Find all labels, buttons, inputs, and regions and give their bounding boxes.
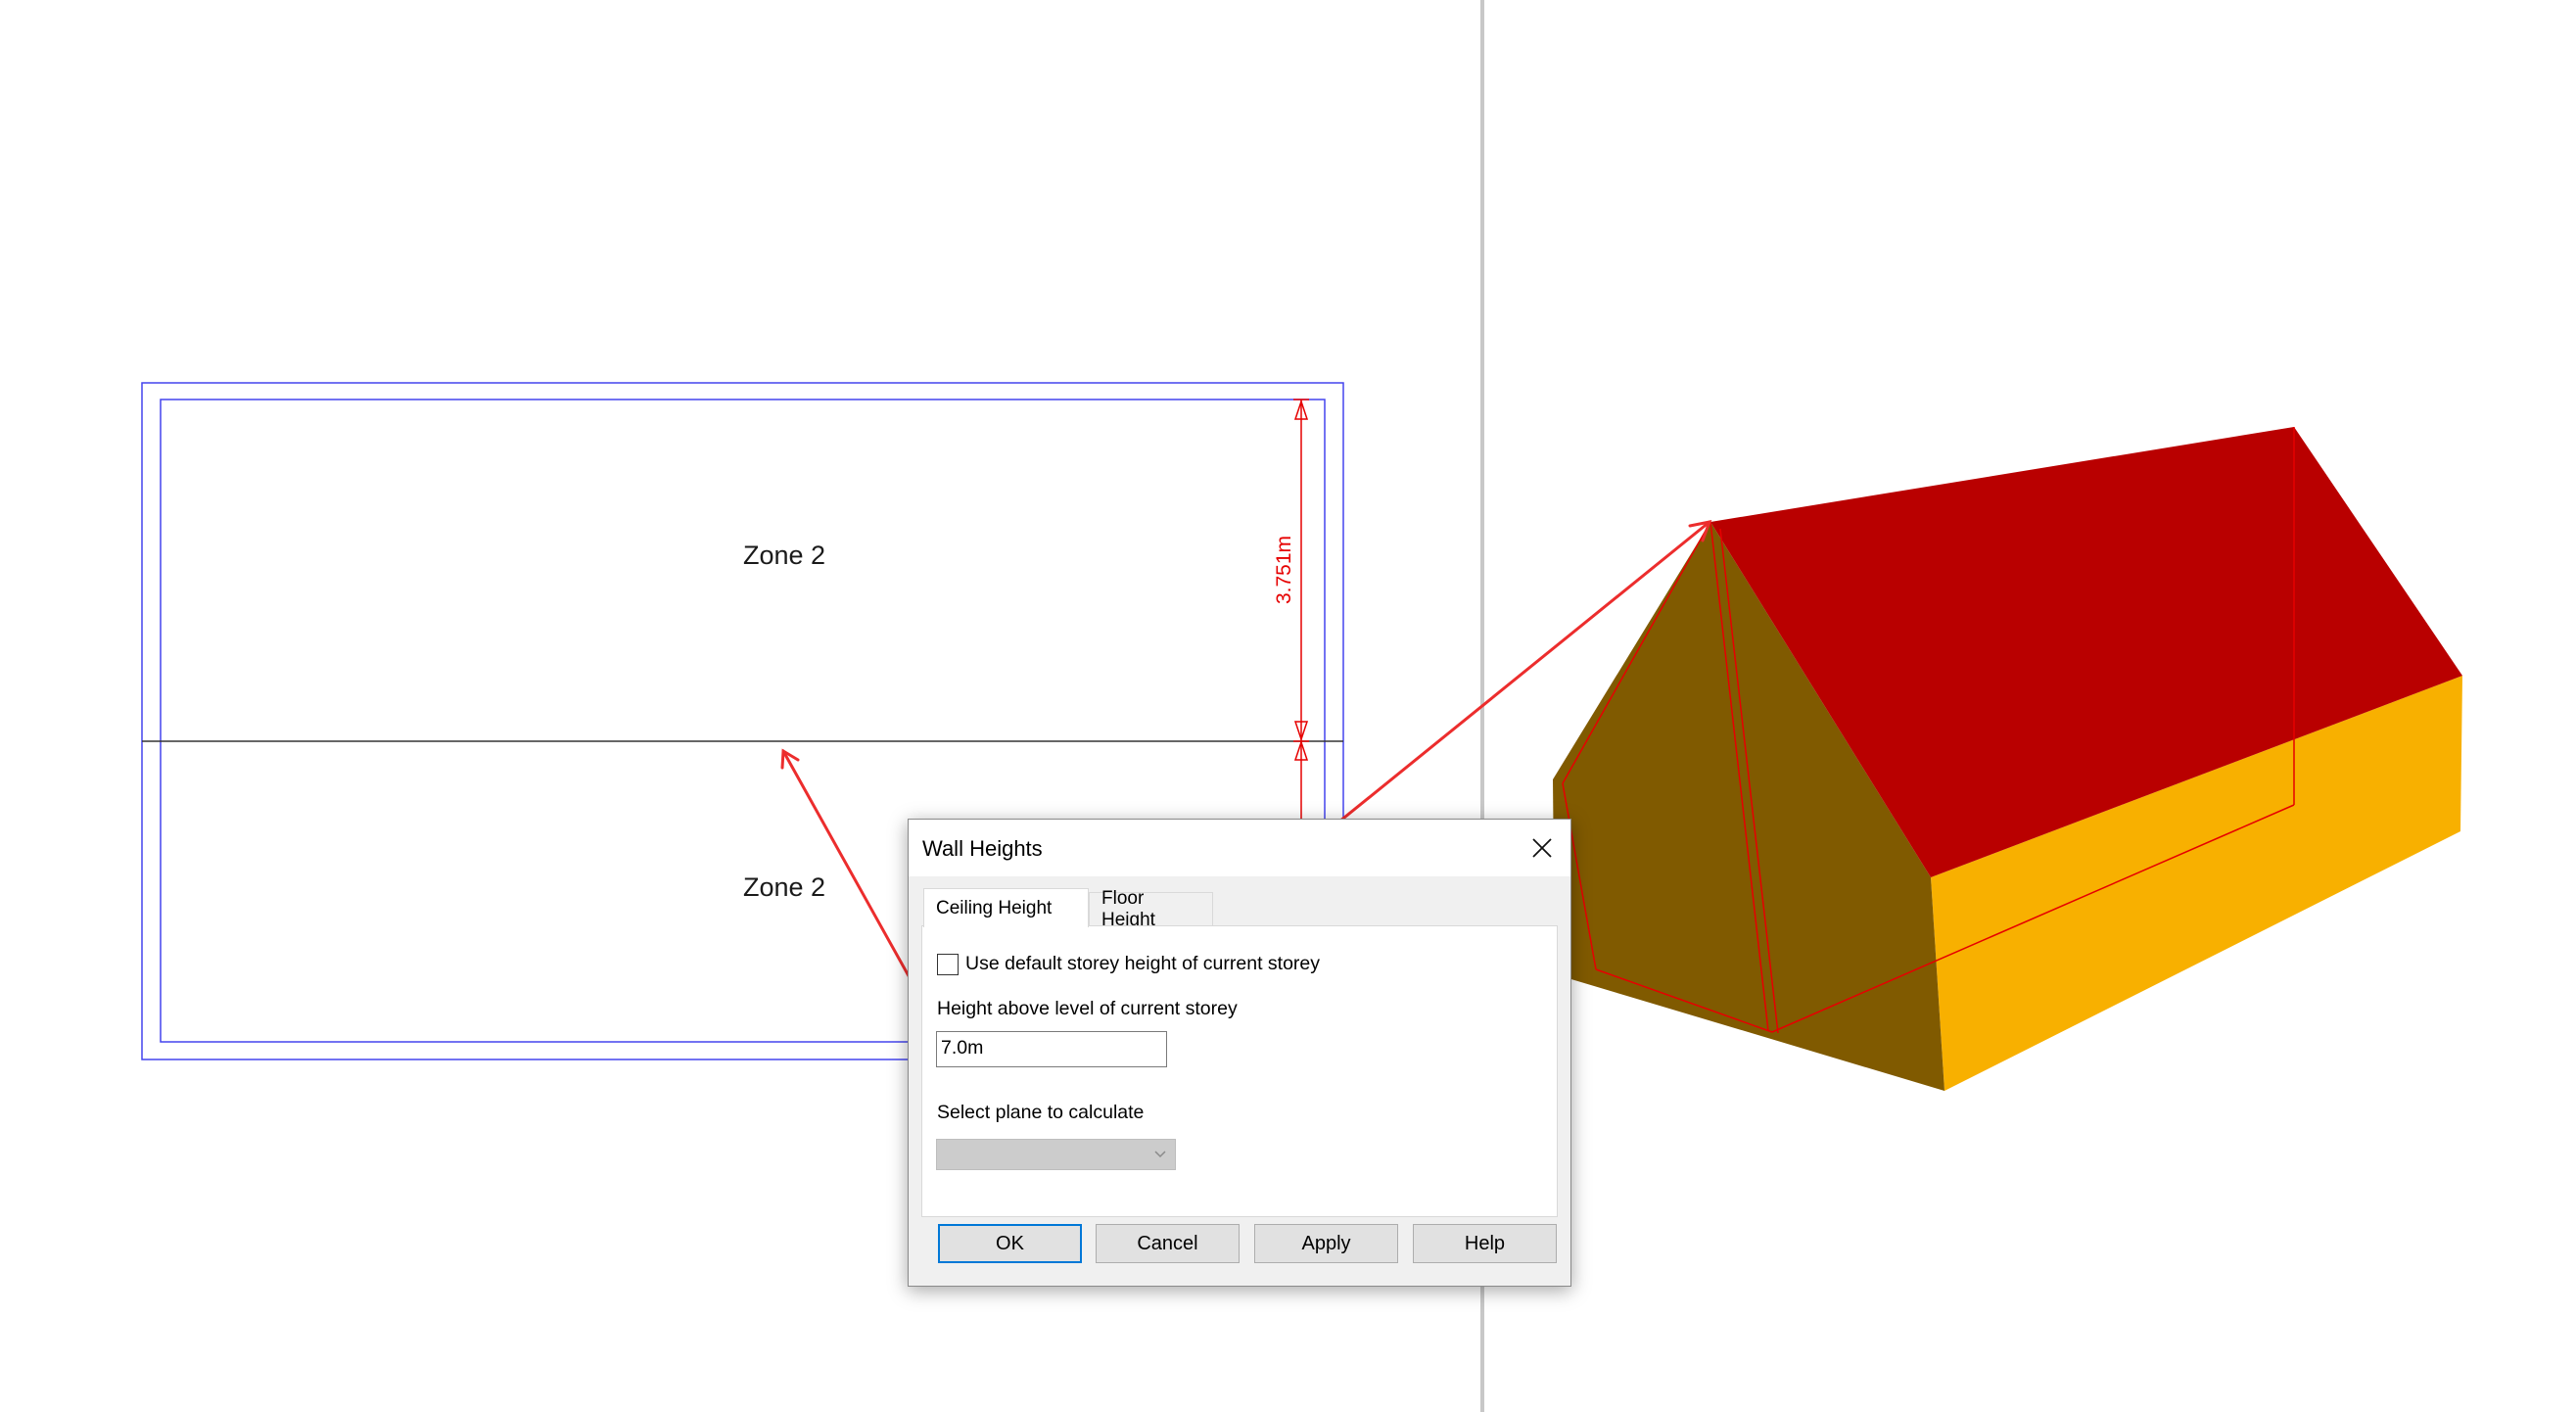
height-above-label: Height above level of current storey [937, 998, 1238, 1019]
cancel-button[interactable]: Cancel [1096, 1224, 1240, 1263]
tab-floor-height-label: Floor Height [1101, 887, 1155, 930]
select-plane-dropdown[interactable] [936, 1139, 1176, 1170]
zone-bottom-label: Zone 2 [743, 872, 825, 902]
use-default-storey-checkbox[interactable] [937, 953, 959, 975]
close-button[interactable] [1514, 820, 1570, 876]
help-button[interactable]: Help [1413, 1224, 1557, 1263]
dialog-titlebar[interactable]: Wall Heights [909, 820, 1570, 876]
height-input[interactable]: 7.0m [936, 1031, 1167, 1067]
height-dimension [1293, 399, 1309, 823]
chevron-down-icon [1154, 1151, 1166, 1158]
ok-button[interactable]: OK [938, 1224, 1082, 1263]
dialog-title: Wall Heights [922, 836, 1043, 861]
tab-ceiling-height[interactable]: Ceiling Height [923, 888, 1089, 927]
zone-top-label: Zone 2 [743, 541, 825, 570]
dimension-label: 3.751m [1273, 536, 1295, 604]
close-icon [1532, 838, 1552, 858]
apply-button[interactable]: Apply [1254, 1224, 1398, 1263]
select-plane-label: Select plane to calculate [937, 1102, 1145, 1123]
wall-heights-dialog: Wall Heights Floor Height Ceiling Height… [908, 819, 1571, 1287]
use-default-storey-row: Use default storey height of current sto… [937, 953, 1320, 975]
tab-ceiling-height-label: Ceiling Height [936, 897, 1053, 918]
use-default-storey-label: Use default storey height of current sto… [965, 953, 1321, 974]
tab-floor-height[interactable]: Floor Height [1089, 888, 1213, 930]
